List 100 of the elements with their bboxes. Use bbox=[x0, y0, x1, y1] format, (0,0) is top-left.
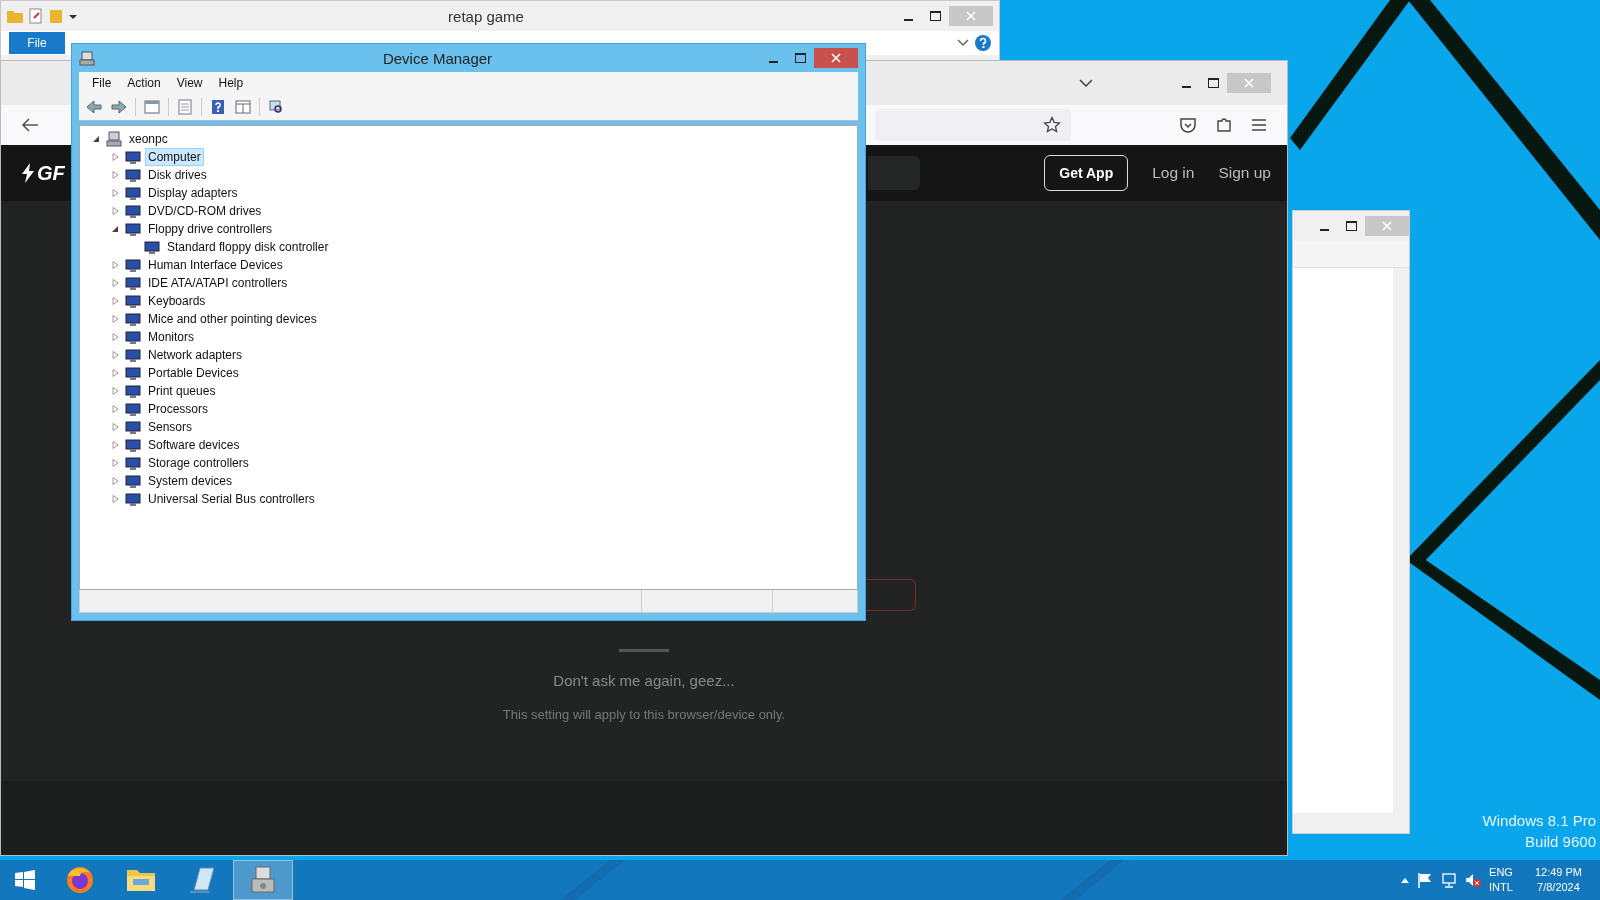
collapsed-arrow-icon[interactable] bbox=[109, 169, 121, 181]
tree-item[interactable]: Universal Serial Bus controllers bbox=[145, 490, 318, 508]
device-icon bbox=[144, 239, 160, 255]
close-icon bbox=[831, 53, 841, 63]
scrollbar[interactable] bbox=[1393, 268, 1409, 813]
minimize-icon bbox=[1182, 85, 1191, 88]
tree-item[interactable]: DVD/CD-ROM drives bbox=[145, 202, 265, 220]
panel-icon bbox=[144, 99, 160, 115]
tree-item[interactable]: Computer bbox=[145, 148, 204, 166]
device-icon bbox=[125, 491, 141, 507]
tree-item[interactable]: Keyboards bbox=[145, 292, 209, 310]
maximize-icon bbox=[1346, 221, 1357, 231]
device-icon bbox=[125, 329, 141, 345]
menu-item[interactable]: Help bbox=[210, 74, 252, 92]
device-icon bbox=[125, 311, 141, 327]
tree-item[interactable]: Processors bbox=[145, 400, 212, 418]
header-link[interactable]: Log in bbox=[1152, 164, 1195, 182]
tree-item[interactable]: Disk drives bbox=[145, 166, 210, 184]
tree-item[interactable]: Sensors bbox=[145, 418, 196, 436]
collapsed-arrow-icon[interactable] bbox=[109, 475, 121, 487]
window-title: retap game bbox=[447, 7, 525, 25]
tree-item[interactable]: Software devices bbox=[145, 436, 243, 454]
device-icon bbox=[125, 275, 141, 291]
chevron-down-icon[interactable] bbox=[957, 39, 969, 47]
language-indicator[interactable]: ENG INTL bbox=[1489, 865, 1513, 895]
speaker-muted-icon[interactable] bbox=[1465, 872, 1482, 888]
close-icon bbox=[1382, 221, 1392, 231]
device-icon bbox=[125, 185, 141, 201]
device-icon bbox=[125, 203, 141, 219]
device-icon bbox=[125, 365, 141, 381]
tree-item[interactable]: Monitors bbox=[145, 328, 197, 346]
collapsed-arrow-icon[interactable] bbox=[109, 313, 121, 325]
tree-item[interactable]: Storage controllers bbox=[145, 454, 252, 472]
tree-item[interactable]: Standard floppy disk controller bbox=[164, 238, 332, 256]
collapsed-arrow-icon[interactable] bbox=[109, 439, 121, 451]
tree-item[interactable]: xeonpc bbox=[126, 130, 171, 148]
chevron-down-icon[interactable] bbox=[1079, 79, 1093, 87]
windows-logo-icon bbox=[15, 870, 35, 890]
tree-item[interactable]: Mice and other pointing devices bbox=[145, 310, 320, 328]
back-icon[interactable] bbox=[21, 117, 39, 133]
tree-item[interactable]: Floppy drive controllers bbox=[145, 220, 276, 238]
document-icon[interactable] bbox=[29, 8, 43, 24]
browser-icon bbox=[64, 864, 96, 896]
collapsed-arrow-icon[interactable] bbox=[109, 187, 121, 199]
close-icon bbox=[1244, 78, 1254, 88]
device-icon bbox=[125, 257, 141, 273]
menu-item[interactable]: File bbox=[84, 74, 120, 92]
maximize-icon bbox=[795, 53, 806, 63]
chevron-up-icon[interactable] bbox=[1401, 877, 1410, 883]
collapsed-arrow-icon[interactable] bbox=[109, 205, 121, 217]
network-icon[interactable] bbox=[1441, 872, 1458, 888]
device-icon bbox=[125, 455, 141, 471]
clock[interactable]: 12:49 PM 7/8/2024 bbox=[1534, 865, 1582, 895]
help-icon[interactable] bbox=[975, 35, 991, 51]
device-icon bbox=[125, 437, 141, 453]
forward-icon bbox=[111, 99, 127, 115]
option-text[interactable]: Don't ask me again, geez... bbox=[553, 672, 735, 689]
tree-item[interactable]: Display adapters bbox=[145, 184, 241, 202]
device-icon bbox=[125, 167, 141, 183]
tree-item[interactable]: System devices bbox=[145, 472, 236, 490]
star-icon[interactable] bbox=[1043, 116, 1061, 134]
device-icon bbox=[125, 293, 141, 309]
taskbar-app[interactable] bbox=[233, 860, 293, 900]
device-manager-icon bbox=[79, 50, 95, 66]
collapsed-arrow-icon[interactable] bbox=[109, 331, 121, 343]
computer-icon bbox=[106, 131, 122, 147]
flag-icon[interactable] bbox=[1417, 872, 1434, 888]
panel-icon bbox=[235, 99, 251, 115]
tree-item[interactable]: Portable Devices bbox=[145, 364, 242, 382]
tree-item[interactable]: Print queues bbox=[145, 382, 219, 400]
collapsed-arrow-icon[interactable] bbox=[109, 259, 121, 271]
collapsed-arrow-icon[interactable] bbox=[109, 403, 121, 415]
collapsed-arrow-icon[interactable] bbox=[109, 349, 121, 361]
tree-item[interactable]: Network adapters bbox=[145, 346, 246, 364]
header-link[interactable]: Sign up bbox=[1218, 164, 1271, 182]
menu-item[interactable]: View bbox=[168, 74, 211, 92]
menu-icon[interactable] bbox=[1251, 119, 1267, 131]
collapsed-arrow-icon[interactable] bbox=[109, 421, 121, 433]
tree-item[interactable]: IDE ATA/ATAPI controllers bbox=[145, 274, 291, 292]
logo-text: GF bbox=[37, 161, 65, 185]
collapsed-arrow-icon[interactable] bbox=[109, 151, 121, 163]
file-tab[interactable]: File bbox=[9, 32, 65, 54]
collapsed-arrow-icon[interactable] bbox=[109, 277, 121, 289]
os-build-text: Build 9600 bbox=[1525, 833, 1596, 850]
pocket-icon[interactable] bbox=[1179, 117, 1197, 133]
dropdown-icon[interactable] bbox=[69, 12, 77, 20]
collapsed-arrow-icon[interactable] bbox=[109, 295, 121, 307]
note-text: This setting will apply to this browser/device only. bbox=[502, 707, 786, 722]
device-icon bbox=[125, 383, 141, 399]
minimize-icon bbox=[904, 18, 913, 21]
menu-item[interactable]: Action bbox=[119, 74, 169, 92]
time-text: 12:49 PM bbox=[1534, 865, 1582, 880]
collapsed-arrow-icon[interactable] bbox=[109, 385, 121, 397]
get-app-button[interactable]: Get App bbox=[1044, 155, 1129, 191]
collapsed-arrow-icon[interactable] bbox=[109, 367, 121, 379]
collapsed-arrow-icon[interactable] bbox=[109, 493, 121, 505]
collapsed-arrow-icon[interactable] bbox=[109, 457, 121, 469]
drag-handle[interactable] bbox=[619, 649, 669, 652]
device-icon bbox=[125, 473, 141, 489]
tree-item[interactable]: Human Interface Devices bbox=[145, 256, 286, 274]
